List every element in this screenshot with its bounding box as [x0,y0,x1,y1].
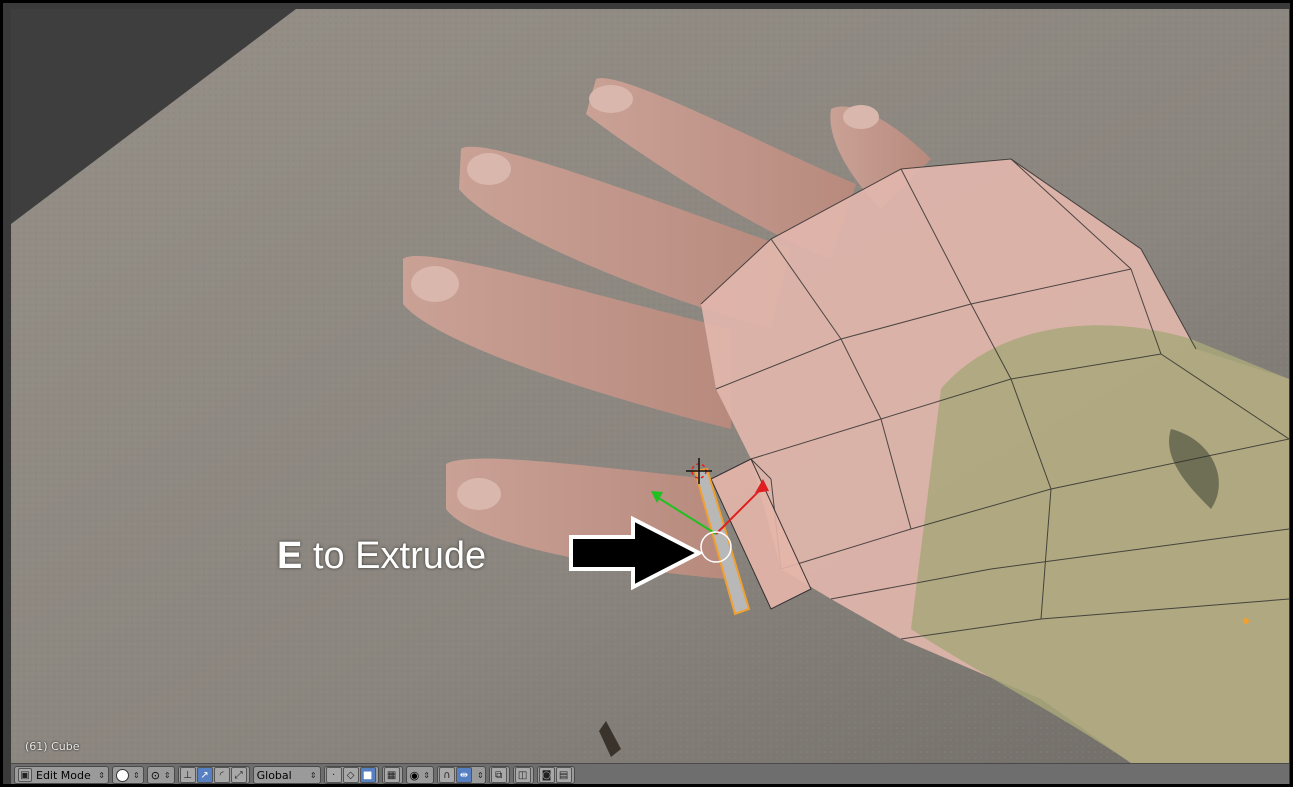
scene-background [11,9,1289,763]
clapboard-icon[interactable]: ▤ [555,767,572,783]
solid-sphere-icon [116,768,129,782]
dropdown-arrows-icon: ⇕ [133,770,140,780]
camera-icon[interactable]: ◙ [538,767,555,783]
dropdown-arrows-icon: ⇕ [423,770,430,780]
mode-selector[interactable]: ▣ Edit Mode ⇕ [14,766,109,784]
object-info-label: (61) Cube [25,740,80,753]
snap-magnet-icon[interactable]: ∩ [438,767,455,783]
viewport-header: ▣ Edit Mode ⇕ ⇕ ⊙ ⇕ ⊥ ↗ ◜ ⤢ Global ⇕ · ◇… [11,763,1289,784]
rotate-icon[interactable]: ◜ [213,767,230,783]
mirror-icon: ⧉ [490,767,507,783]
snap-target-icon[interactable]: ⇹ [455,767,472,783]
extrude-annotation: E to Extrude [277,535,486,578]
dropdown-arrows-icon: ⇕ [309,770,317,780]
dropdown-arrows-icon: ⇕ [476,770,484,780]
limit-selection-button[interactable]: ▦ [381,766,403,784]
orientation-selector[interactable]: Global ⇕ [252,766,321,784]
snap-group: ∩ ⇹ ⇕ [436,766,486,784]
face-select-icon[interactable]: ■ [359,767,376,783]
mirror-button[interactable]: ⧉ [488,766,510,784]
pivot-selector[interactable]: ⊙ ⇕ [146,766,175,784]
vertex-select-icon[interactable]: · [325,767,342,783]
limit-selection-icon: ▦ [383,767,400,783]
render-icon: ◫ [514,767,531,783]
object-mode-icon: ▣ [18,768,32,782]
proportional-edit-selector[interactable]: ◉ ⇕ [405,766,434,784]
render-button[interactable]: ◫ [512,766,534,784]
dropdown-arrows-icon: ⇕ [98,770,105,780]
orientation-label: Global [256,768,292,782]
manipulator-toggle-icon[interactable]: ⊥ [179,767,196,783]
blender-window: E to Extrude (61) Cube ▣ Edit Mode ⇕ ⇕ ⊙… [0,0,1293,787]
translate-icon[interactable]: ↗ [196,767,213,783]
manipulator-group: ⊥ ↗ ◜ ⤢ [177,766,250,784]
mode-label: Edit Mode [36,768,91,782]
select-mode-group: · ◇ ■ [323,766,379,784]
render-group: ◙ ▤ [536,766,575,784]
dropdown-arrows-icon: ⇕ [163,770,171,780]
edge-select-icon[interactable]: ◇ [342,767,359,783]
proportional-edit-icon: ◉ [409,768,420,782]
pivot-point-icon: ⊙ [150,768,160,782]
scale-icon[interactable]: ⤢ [230,767,247,783]
3d-viewport[interactable]: E to Extrude (61) Cube [11,9,1289,763]
shading-selector[interactable]: ⇕ [112,766,144,784]
annotation-text: to Extrude [302,535,487,577]
annotation-key: E [277,535,303,577]
